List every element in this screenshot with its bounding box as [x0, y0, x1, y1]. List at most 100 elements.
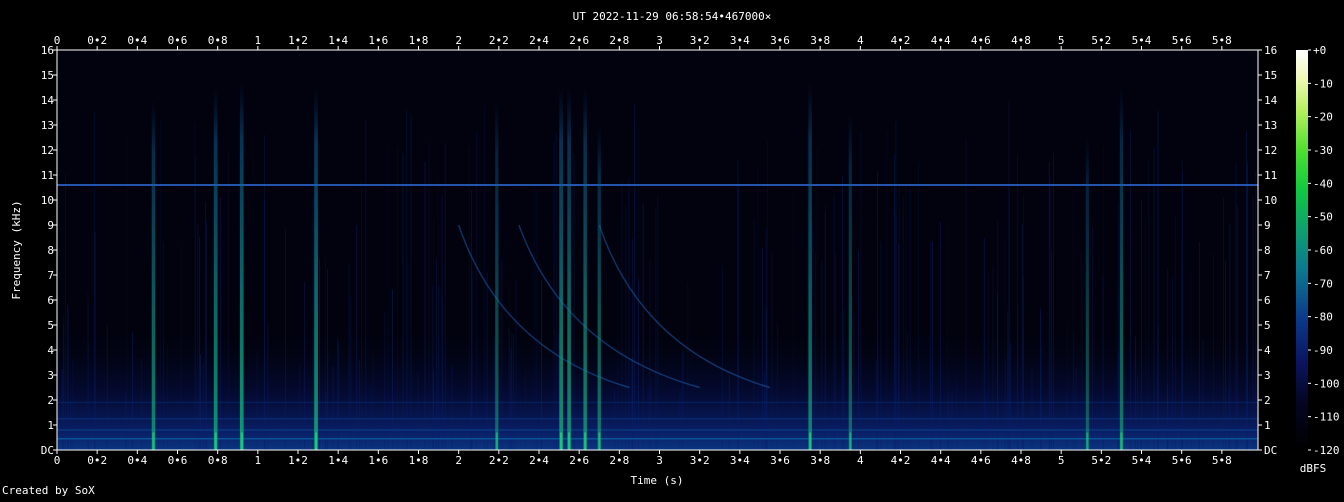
x-tick-label-top: 4 — [857, 34, 864, 47]
x-axis-top: 0 0•2 0•4 0•6 0•8 1 1•2 1•4 1•6 1•8 2 2•2 2•4 2•6 2•8 3… — [54, 34, 1232, 50]
x-tick-label-top: 1•2 — [288, 34, 308, 47]
y-tick-label-right: 4 — [1264, 344, 1271, 357]
x-tick-label-top: 2 — [455, 34, 462, 47]
y-tick-label-left: 15 — [41, 69, 54, 82]
x-tick-label-bottom: 0•4 — [127, 454, 147, 467]
event-base — [560, 432, 563, 450]
event-base — [315, 432, 318, 450]
colorbar-tick-label: -40 — [1313, 177, 1333, 190]
x-tick-label-bottom: 3•6 — [770, 454, 790, 467]
x-tick-label-top: 2•6 — [569, 34, 589, 47]
x-tick-label-bottom: 4 — [857, 454, 864, 467]
y-axis-left: DC12345678910111213141516 — [41, 44, 57, 457]
x-axis-bottom: 0 0•2 0•4 0•6 0•8 1 1•2 1•4 1•6 1•8 2 2•2 2•4 2•6 2•8 3… — [54, 450, 1232, 467]
x-tick-label-bottom: 2 — [455, 454, 462, 467]
colorbar-tick-label: -80 — [1313, 311, 1333, 324]
y-tick-label-right: 8 — [1264, 244, 1271, 257]
x-tick-label-bottom: 4•4 — [931, 454, 951, 467]
y-axis-right: DC12345678910111213141516 — [1258, 44, 1278, 457]
x-tick-label-top: 4•4 — [931, 34, 951, 47]
spectrogram-figure: UT 2022-11-29 06:58:54•467000× 0 0•2 0•4 0•… — [0, 0, 1344, 498]
y-tick-label-left: 14 — [41, 94, 55, 107]
x-tick-label-top: 1 — [255, 34, 262, 47]
plot-area — [56, 49, 1259, 451]
x-tick-label-bottom: 3 — [656, 454, 663, 467]
x-tick-label-bottom: 0•2 — [87, 454, 107, 467]
event-base — [152, 432, 155, 450]
y-tick-label-left: 1 — [47, 419, 54, 432]
event-base — [1086, 432, 1089, 450]
x-tick-label-top: 0 — [54, 34, 61, 47]
x-tick-label-bottom: 0•8 — [208, 454, 228, 467]
x-tick-label-top: 4•8 — [1011, 34, 1031, 47]
x-tick-label-top: 4•6 — [971, 34, 991, 47]
y-tick-label-left: 10 — [41, 194, 54, 207]
y-tick-label-right: 1 — [1264, 419, 1271, 432]
spectrogram-chart: UT 2022-11-29 06:58:54•467000× 0 0•2 0•4 0•… — [2, 10, 1340, 497]
x-axis-label: Time (s) — [631, 474, 684, 487]
y-tick-label-right: 12 — [1264, 144, 1277, 157]
event-base — [598, 432, 601, 450]
x-tick-label-bottom: 0•6 — [168, 454, 188, 467]
y-tick-label-right: 15 — [1264, 69, 1277, 82]
y-tick-label-right: 2 — [1264, 394, 1271, 407]
x-tick-label-bottom: 5•8 — [1212, 454, 1232, 467]
colorbar-tick-label: +0 — [1313, 44, 1326, 57]
event-base — [584, 432, 587, 450]
y-tick-label-right: DC — [1264, 444, 1277, 457]
x-tick-label-bottom: 1 — [255, 454, 262, 467]
colorbar-tick-label: -20 — [1313, 111, 1333, 124]
y-tick-label-right: 7 — [1264, 269, 1271, 282]
y-tick-label-left: 3 — [47, 369, 54, 382]
event-streak — [1119, 87, 1124, 450]
event-base — [214, 432, 217, 450]
colorbar-tick-label: -90 — [1313, 344, 1333, 357]
y-tick-label-left: DC — [41, 444, 54, 457]
y-tick-label-left: 2 — [47, 394, 54, 407]
colorbar-tick-label: -50 — [1313, 211, 1333, 224]
y-tick-label-left: 6 — [47, 294, 54, 307]
y-tick-label-right: 11 — [1264, 169, 1277, 182]
x-tick-label-top: 3•2 — [690, 34, 710, 47]
y-tick-label-left: 8 — [47, 244, 54, 257]
x-tick-label-top: 2•2 — [489, 34, 509, 47]
y-tick-label-right: 10 — [1264, 194, 1277, 207]
x-tick-label-bottom: 1•2 — [288, 454, 308, 467]
colorbar-tick-label: -30 — [1313, 144, 1333, 157]
y-tick-label-right: 9 — [1264, 219, 1271, 232]
x-tick-label-top: 5 — [1058, 34, 1065, 47]
event-streak — [213, 87, 218, 450]
x-tick-label-top: 0•4 — [127, 34, 147, 47]
event-streak — [314, 87, 318, 450]
x-tick-label-bottom: 2•8 — [609, 454, 629, 467]
colorbar-tick-label: -10 — [1313, 77, 1333, 90]
event-base — [1120, 432, 1123, 450]
colorbar-label: dBFS — [1300, 462, 1327, 475]
colorbar: +0 -10 -20 -30 -40 -50 -60 -70 -80 -90 -100 -110 -12… — [1296, 44, 1340, 457]
y-tick-label-right: 14 — [1264, 94, 1278, 107]
y-tick-label-right: 6 — [1264, 294, 1271, 307]
y-tick-label-left: 16 — [41, 44, 54, 57]
x-tick-label-top: 5•6 — [1172, 34, 1192, 47]
colorbar-tick-label: -110 — [1313, 411, 1340, 424]
event-base — [809, 432, 812, 450]
x-tick-label-bottom: 4•8 — [1011, 454, 1031, 467]
x-tick-label-top: 5•2 — [1091, 34, 1111, 47]
x-tick-label-bottom: 1•4 — [328, 454, 348, 467]
event-streak — [495, 100, 499, 450]
x-tick-label-top: 3 — [656, 34, 663, 47]
event-streak — [559, 87, 563, 450]
y-tick-label-right: 3 — [1264, 369, 1271, 382]
x-tick-label-top: 5•8 — [1212, 34, 1232, 47]
y-tick-label-right: 13 — [1264, 119, 1277, 132]
colorbar-tick-label: -100 — [1313, 377, 1340, 390]
x-tick-label-bottom: 5•6 — [1172, 454, 1192, 467]
event-base — [849, 432, 852, 450]
x-tick-label-bottom: 5•4 — [1132, 454, 1152, 467]
x-tick-label-bottom: 2•6 — [569, 454, 589, 467]
event-base — [568, 432, 571, 450]
x-tick-label-bottom: 3•4 — [730, 454, 750, 467]
x-tick-label-top: 3•8 — [810, 34, 830, 47]
y-tick-label-left: 7 — [47, 269, 54, 282]
x-tick-label-top: 2•8 — [609, 34, 629, 47]
